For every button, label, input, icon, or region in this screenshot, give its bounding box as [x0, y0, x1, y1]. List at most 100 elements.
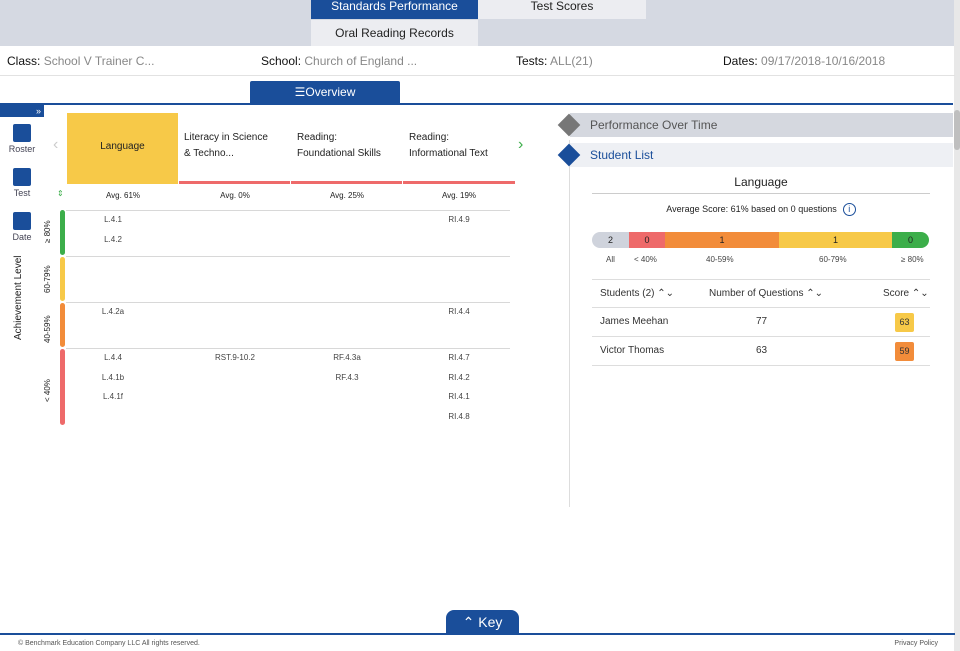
questions-column-header[interactable]: Number of Questions ⌃⌄	[709, 288, 823, 299]
band-label-60-79: 60-79%	[43, 265, 52, 293]
student-name[interactable]: Victor Thomas	[600, 345, 664, 356]
filter-bar: Class: School V Trainer C... School: Chu…	[0, 46, 955, 76]
sidebar-expand-button[interactable]: »	[0, 105, 44, 117]
student-questions: 77	[756, 316, 768, 327]
standard-code[interactable]: L.4.4	[57, 353, 169, 362]
class-filter-value: School V Trainer C...	[43, 54, 155, 68]
distribution-label: ≥ 80%	[901, 255, 924, 264]
distribution-label: 60-79%	[819, 255, 847, 264]
sidebar-item-label: Test	[13, 188, 31, 198]
scroll-thumb[interactable]	[954, 110, 960, 150]
row-divider	[66, 256, 510, 257]
roster-icon	[13, 124, 31, 142]
info-icon[interactable]: i	[842, 203, 856, 216]
panel-divider	[569, 140, 570, 507]
sidebar: » Roster Test Date	[0, 105, 44, 250]
score-badge: 63	[895, 313, 914, 332]
student-questions: 63	[756, 345, 768, 356]
performance-over-time-bar[interactable]: Performance Over Time	[570, 113, 953, 137]
scrollbar[interactable]	[954, 0, 960, 651]
distribution-segment-lt40[interactable]: 0	[629, 232, 665, 248]
domain-header: Language	[100, 141, 145, 152]
distribution-segment-60-79[interactable]: 1	[779, 232, 892, 248]
performance-over-time-label: Performance Over Time	[590, 118, 718, 132]
sidebar-item-test[interactable]: Test	[0, 164, 44, 208]
list-icon: ☰	[294, 85, 306, 99]
distribution-label: 40-59%	[706, 255, 734, 264]
tests-filter-value: ALL(21)	[550, 54, 593, 68]
distribution-label: < 40%	[634, 255, 657, 264]
tab-oral-reading-records[interactable]: Oral Reading Records	[311, 20, 478, 46]
overview-tab[interactable]: ☰Overview	[250, 81, 400, 104]
chevron-left-icon[interactable]: ‹	[53, 136, 58, 154]
school-filter-value: Church of England ...	[304, 54, 418, 68]
standard-code[interactable]: RI.4.4	[403, 307, 515, 316]
divider	[592, 279, 930, 280]
standard-code[interactable]: RI.4.8	[403, 412, 515, 421]
standard-code[interactable]: RF.4.3a	[291, 353, 403, 362]
distribution-segment-ge80[interactable]: 0	[892, 232, 929, 248]
school-filter-label: School:	[261, 54, 302, 68]
chevron-right-icon[interactable]: ›	[518, 136, 523, 154]
footer-line	[0, 633, 955, 635]
achievement-level-label: Achievement Level	[13, 255, 24, 341]
sort-icon[interactable]: ⇕	[57, 189, 64, 198]
standard-code[interactable]: L.4.2a	[57, 307, 169, 316]
standard-code[interactable]: RI.4.7	[403, 353, 515, 362]
domain-bar	[179, 181, 290, 184]
footer: © Benchmark Education Company LLC All ri…	[0, 636, 955, 651]
standard-code[interactable]: L.4.2	[57, 235, 169, 244]
domain-average: Avg. 25%	[329, 191, 365, 200]
standard-code[interactable]: RF.4.3	[291, 373, 403, 382]
student-row[interactable]: Victor Thomas 63 59	[592, 336, 930, 365]
domain-bar	[67, 181, 178, 184]
tests-filter[interactable]: Tests: ALL(21)	[516, 46, 593, 76]
standard-code[interactable]: RI.4.1	[403, 392, 515, 401]
copyright-text: © Benchmark Education Company LLC All ri…	[18, 640, 200, 647]
standard-code[interactable]: RI.4.2	[403, 373, 515, 382]
domain-average: Avg. 19%	[441, 191, 477, 200]
score-badge: 59	[895, 342, 914, 361]
domain-column-language[interactable]: Language	[67, 113, 178, 181]
domain-column-reading-foundational[interactable]: Reading: Foundational Skills	[297, 130, 401, 198]
test-icon	[13, 168, 31, 186]
divider	[592, 365, 930, 366]
key-button-label: Key	[478, 614, 503, 630]
tab-underline	[0, 103, 953, 105]
students-column-header[interactable]: Students (2) ⌃⌄	[600, 288, 674, 299]
tab-test-scores[interactable]: Test Scores	[478, 0, 646, 19]
band-60-79	[60, 257, 65, 301]
distribution-segment-all[interactable]: 2	[592, 232, 629, 248]
calendar-icon	[13, 212, 31, 230]
standard-code[interactable]: L.4.1	[57, 215, 169, 224]
row-divider	[66, 348, 510, 349]
dates-filter-label: Dates:	[723, 54, 758, 68]
standard-code[interactable]: RST.9-10.2	[179, 353, 291, 362]
domain-column-literacy-science[interactable]: Literacy in Science & Techno...	[184, 130, 288, 198]
standard-code[interactable]: L.4.1f	[57, 392, 169, 401]
tab-standards-performance[interactable]: Standards Performance	[311, 0, 478, 19]
class-filter[interactable]: Class: School V Trainer C...	[7, 46, 154, 76]
average-score: Average Score: 61% based on 0 questions i	[592, 203, 930, 216]
key-button[interactable]: ⌃ Key	[446, 610, 519, 634]
domain-header-line2: Foundational Skills	[297, 148, 381, 159]
sidebar-item-roster[interactable]: Roster	[0, 120, 44, 164]
standard-code[interactable]: L.4.1b	[57, 373, 169, 382]
sidebar-item-label: Date	[12, 232, 32, 242]
domain-average: Avg. 0%	[220, 191, 250, 200]
band-label-ge80: ≥ 80%	[43, 220, 52, 243]
student-row[interactable]: James Meehan 77 63	[592, 307, 930, 336]
score-column-header[interactable]: Score ⌃⌄	[883, 288, 929, 299]
student-name[interactable]: James Meehan	[600, 316, 668, 327]
sidebar-item-label: Roster	[8, 144, 36, 154]
student-list-label: Student List	[590, 148, 654, 162]
school-filter[interactable]: School: Church of England ...	[261, 46, 417, 76]
sidebar-item-date[interactable]: Date	[0, 208, 44, 252]
standard-code[interactable]: RI.4.9	[403, 215, 515, 224]
domain-column-reading-informational[interactable]: Reading: Informational Text	[409, 130, 513, 198]
dates-filter[interactable]: Dates: 09/17/2018-10/16/2018	[723, 46, 885, 76]
distribution-segment-40-59[interactable]: 1	[665, 232, 779, 248]
student-list-bar[interactable]: Student List	[570, 143, 953, 167]
domain-bar	[403, 181, 515, 184]
privacy-policy-link[interactable]: Privacy Policy	[894, 640, 938, 647]
